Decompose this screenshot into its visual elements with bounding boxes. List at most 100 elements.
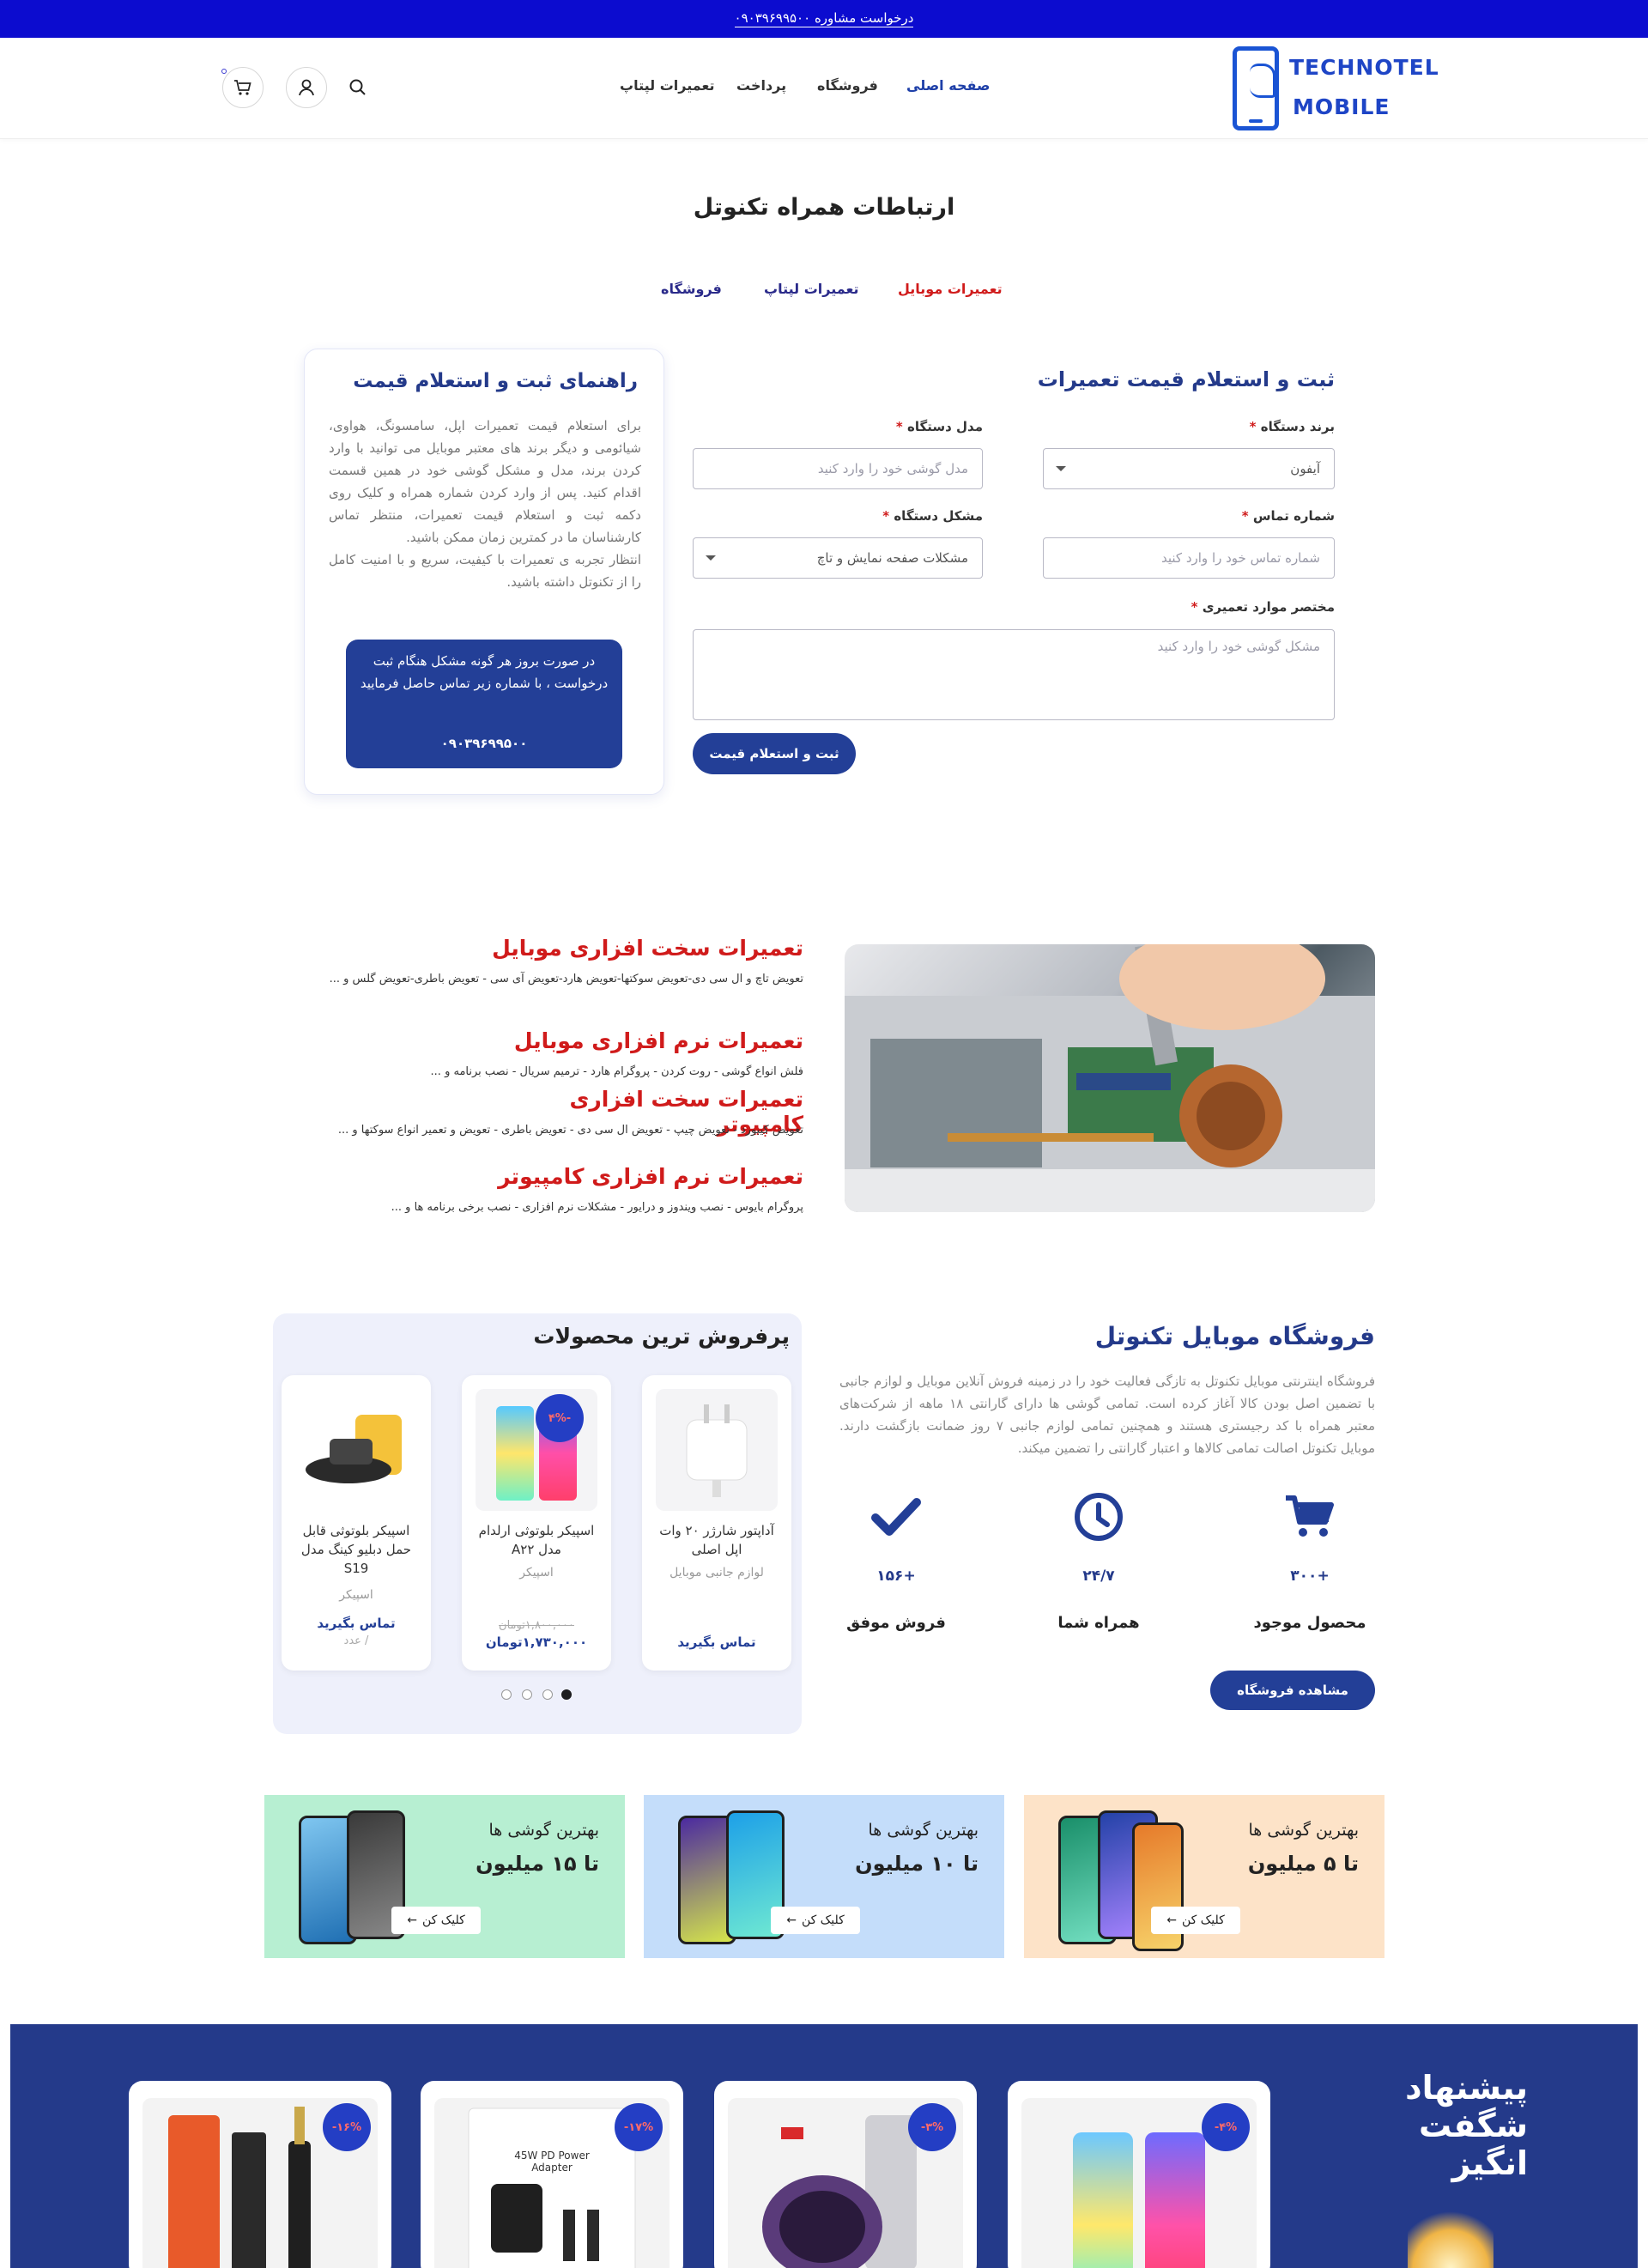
support-text: در صورت بروز هر گونه مشکل هنگام ثبت درخو… [360,653,609,691]
discount-badge: -۱۷% [615,2103,663,2151]
tab-laptop-repair[interactable]: تعمیرات لپتاپ [764,281,859,297]
best-sellers-title: پرفروش ترین محصولات [533,1324,790,1349]
banner-click-button[interactable]: کلیک کن ← [391,1907,481,1934]
repair-illustration [845,944,1375,1212]
page-title: ارتباطات همراه تکنوتل [693,194,955,221]
brand-label: برند دستگاه * [1249,419,1335,434]
cart-icon [234,80,251,95]
view-shop-button[interactable]: مشاهده فروشگاه [1210,1671,1375,1710]
old-price: ۱,۸۰۰,۰۰۰تومان [499,1619,574,1632]
offer-product-card[interactable]: -۳% [714,2081,977,2268]
tab-mobile-repair[interactable]: تعمیرات موبایل [898,281,1003,297]
model-input[interactable]: مدل گوشی خود را وارد کنید [693,448,983,489]
product-name[interactable]: اسپیکر بلوتوثی قابل حمل دبلیو کینگ مدل S… [288,1521,424,1578]
discount-badge: -۴% [536,1394,584,1442]
issue-select[interactable]: مشکلات صفحه نمایش و تاچ [693,537,983,579]
service-title: تعمیرات نرم افزاری موبایل [513,1028,803,1053]
stat-label: محصول موجود [1253,1614,1366,1632]
search-icon [349,79,366,95]
offer-product-card[interactable]: -۱۶% [129,2081,391,2268]
check-icon [871,1498,921,1536]
nav-shop[interactable]: فروشگاه [817,77,878,94]
product-price: تماس بگیرید [677,1634,756,1650]
stat-label: همراه شما [1057,1614,1140,1632]
stat-label: فروش موفق [846,1614,946,1632]
product-card[interactable]: -۴% اسپیکر بلوتوثی ارلدام مدل A۲۲ اسپیکر… [462,1375,611,1671]
guide-card: راهنمای ثبت و استعلام قیمت برای استعلام … [304,349,664,795]
product-card[interactable]: آداپتور شارژر ۲۰ وات اپل اصلی لوازم جانب… [642,1375,791,1671]
user-icon [299,79,314,96]
nav-laptop-repair[interactable]: تعمیرات لپتاپ [620,77,715,94]
banner-line1: بهترین گوشی ها [1248,1821,1359,1840]
model-label: مدل دستگاه * [895,419,983,434]
wking-speaker-image [306,1415,402,1483]
product-unit: / عدد [343,1634,369,1647]
product-price: ۱,۷۳۰,۰۰۰تومان [485,1634,588,1650]
submit-inquiry-button[interactable]: ثبت و استعلام قیمت [693,733,856,774]
banner-line2: تا ۱۰ میلیون [855,1852,978,1876]
cart-icon [1286,1495,1334,1537]
brand-select[interactable]: آیفون [1043,448,1335,489]
product-category: اسپیکر [339,1588,373,1602]
offer-product-card[interactable]: 45W PD Power Adapter -۱۷% [421,2081,683,2268]
banner-click-button[interactable]: کلیک کن ← [1151,1907,1240,1934]
promo-banner[interactable]: بهترین گوشی ها تا ۱۰ میلیون کلیک کن ← [644,1795,1004,1958]
product-category: لوازم جانبی موبایل [670,1566,764,1580]
support-box: در صورت بروز هر گونه مشکل هنگام ثبت درخو… [346,640,622,768]
site-logo[interactable]: TECHNOTEL MOBILE [1233,46,1439,132]
nav-home[interactable]: صفحه اصلی [906,77,990,94]
offer-product-card[interactable]: -۴% [1008,2081,1270,2268]
stat-sales [869,1489,924,1544]
carousel-dot[interactable] [522,1689,532,1700]
service-desc: تعویض کیبورد - تعویض چیپ - تعویض ال سی د… [337,1124,803,1137]
discount-badge: -۱۶% [323,2103,371,2151]
logo-text-line2: MOBILE [1293,94,1390,119]
banner-line1: بهترین گوشی ها [488,1821,599,1840]
arrow-left-icon: ← [1166,1913,1177,1927]
service-title: تعمیرات سخت افزاری موبایل [492,936,803,961]
top-announcement-bar: درخواست مشاوره ۰۹۰۳۹۶۹۹۵۰۰ [0,0,1648,38]
product-price: تماس بگیرید [317,1616,396,1631]
cart-button[interactable] [222,67,264,108]
nav-payment[interactable]: پرداخت [736,77,786,94]
summary-label: مختصر موارد تعمیری * [1191,599,1335,615]
service-title: تعمیرات نرم افزاری کامپیوتر [498,1164,803,1189]
adapter-image [686,1404,748,1497]
phone-input[interactable]: شماره تماس خود را وارد کنید [1043,537,1335,579]
banner-line1: بهترین گوشی ها [868,1821,978,1840]
product-name[interactable]: آداپتور شارژر ۲۰ وات اپل اصلی [649,1521,785,1559]
arrow-left-icon: ← [407,1913,417,1927]
product-image [295,1389,417,1511]
service-desc: پروگرام بایوس - نصب ویندوز و درایور - مش… [391,1201,803,1214]
consult-link[interactable]: درخواست مشاوره ۰۹۰۳۹۶۹۹۵۰۰ [734,10,914,27]
logo-text-line1: TECHNOTEL [1289,55,1439,80]
offer-gift-image [1408,2206,1494,2268]
guide-text: برای استعلام قیمت تعمیرات اپل، سامسونگ، … [329,418,641,590]
phone-label: شماره تماس * [1241,508,1335,524]
stat-products [1282,1489,1337,1544]
adapter-package-label: 45W PD Power Adapter [514,2150,590,2174]
stat-number: +۱۵۶ [876,1568,916,1585]
promo-banner[interactable]: بهترین گوشی ها تا ۵ میلیون کلیک کن ← [1024,1795,1384,1958]
carousel-dot[interactable] [561,1689,572,1700]
carousel-dot[interactable] [542,1689,553,1700]
discount-badge: -۴% [1202,2103,1250,2151]
chevron-down-icon [1056,466,1066,471]
product-name[interactable]: اسپیکر بلوتوثی ارلدام مدل A۲۲ [469,1521,604,1559]
service-desc: فلش انواع گوشی - روت کردن - پروگرام هارد… [430,1065,803,1078]
summary-textarea[interactable]: مشکل گوشی خود را وارد کنید [693,629,1335,720]
chevron-down-icon [706,555,716,561]
support-phone[interactable]: ۰۹۰۳۹۶۹۹۵۰۰ [346,736,622,751]
banner-line2: تا ۵ میلیون [1247,1852,1359,1876]
carousel-dot[interactable] [501,1689,512,1700]
search-button[interactable] [346,76,370,100]
promo-banner[interactable]: بهترین گوشی ها تا ۱۵ میلیون کلیک کن ← [264,1795,625,1958]
product-card[interactable]: اسپیکر بلوتوثی قابل حمل دبلیو کینگ مدل S… [282,1375,431,1671]
guide-title: راهنمای ثبت و استعلام قیمت [353,370,638,392]
discount-badge: -۳% [908,2103,956,2151]
account-button[interactable] [286,67,327,108]
tab-shop[interactable]: فروشگاه [661,281,722,297]
product-category: اسپیکر [519,1566,554,1580]
stat-number: +۳۰۰ [1290,1568,1330,1585]
banner-click-button[interactable]: کلیک کن ← [771,1907,860,1934]
